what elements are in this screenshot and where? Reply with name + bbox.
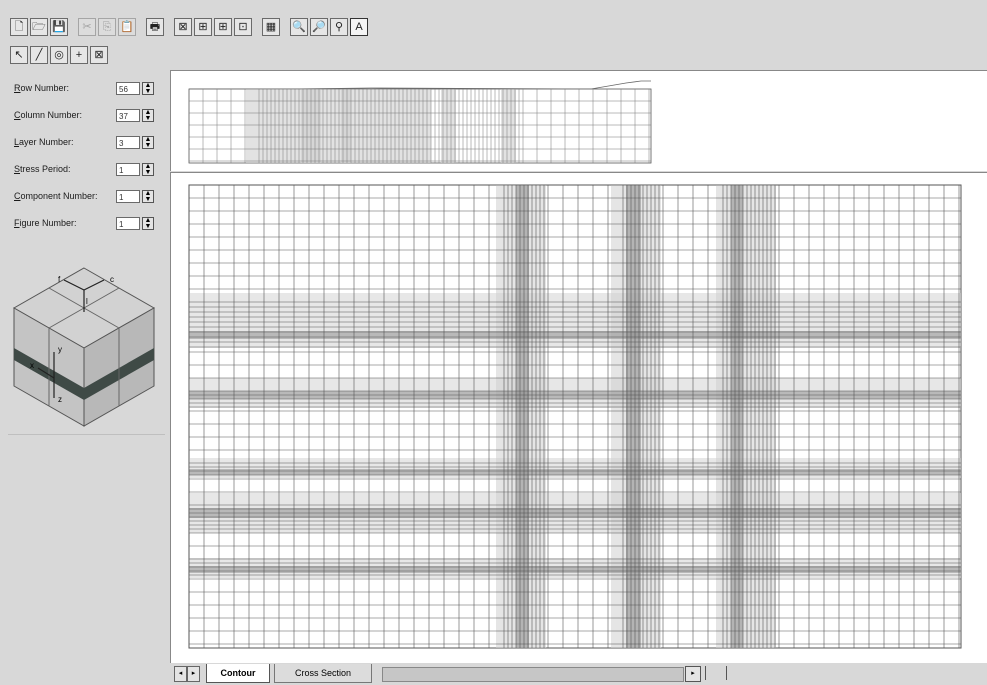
annotate-icon[interactable]: A	[350, 18, 368, 36]
row-number-label: Row Number:	[14, 83, 70, 93]
layer-number-label: Layer Number:	[14, 137, 74, 147]
contour-grid-canvas[interactable]	[171, 173, 987, 662]
open-file-icon[interactable]: 🗁	[30, 18, 48, 36]
view-rows-icon[interactable]: ⊞	[194, 18, 212, 36]
row-number-input[interactable]: 56	[116, 81, 140, 95]
column-number-spinner[interactable]: ▲ ▼	[142, 108, 154, 122]
cube-axis-label-c: c	[110, 275, 114, 284]
view-layer-icon[interactable]: ⊡	[234, 18, 252, 36]
new-file-icon[interactable]: 🗋	[10, 18, 28, 36]
figure-number-label: Figure Number:	[14, 218, 77, 228]
contour-grid-view[interactable]	[170, 172, 987, 663]
component-number-input[interactable]: 1	[116, 189, 140, 203]
stress-period-spinner[interactable]: ▲ ▼	[142, 162, 154, 176]
color-fill-icon[interactable]: ▦	[262, 18, 280, 36]
row-number-field: Row Number: 56 ▲ ▼	[14, 80, 154, 96]
column-number-field: Column Number: 37 ▲ ▼	[14, 107, 154, 123]
figure-number-input[interactable]: 1	[116, 216, 140, 230]
cube-axis-label-l: l	[86, 297, 88, 306]
stress-period-label: Stress Period:	[14, 164, 71, 174]
target-icon[interactable]: ◎	[50, 46, 68, 64]
cut-icon[interactable]: ✂	[78, 18, 96, 36]
cube-axis-label-z: z	[58, 395, 62, 404]
select-arrow-icon[interactable]: ↖	[10, 46, 28, 64]
panel-divider	[8, 434, 165, 435]
tab-scroll-right-button[interactable]: ▸	[187, 666, 200, 682]
cross-section-preview[interactable]	[170, 70, 987, 171]
print-icon[interactable]: 🖶	[146, 18, 164, 36]
scroll-right-button[interactable]: ▸	[685, 666, 701, 682]
refined-row-band	[189, 293, 961, 348]
section-band	[341, 89, 351, 163]
tool-toolbar: ↖ ╱ ◎ + ⊠	[0, 42, 108, 68]
component-number-label: Component Number:	[14, 191, 98, 201]
layer-number-spinner[interactable]: ▲ ▼	[142, 135, 154, 149]
view-columns-icon[interactable]: ⊞	[214, 18, 232, 36]
cube-axis-label-x: x	[30, 361, 34, 370]
save-icon[interactable]: 💾	[50, 18, 68, 36]
main-toolbar: 🗋 🗁 💾 ✂ ⎘ 📋 🖶 ⊠ ⊞ ⊞ ⊡ ▦ 🔍 🔎 ⚲ A	[0, 14, 368, 40]
row-number-spinner[interactable]: ▲ ▼	[142, 81, 154, 95]
layer-number-field: Layer Number: 3 ▲ ▼	[14, 134, 154, 150]
delete-cell-icon[interactable]: ⊠	[90, 46, 108, 64]
figure-number-spinner[interactable]: ▲ ▼	[142, 216, 154, 230]
cross-section-preview-canvas[interactable]	[171, 71, 987, 170]
stress-period-field: Stress Period: 1 ▲ ▼	[14, 161, 154, 177]
zoom-out-icon[interactable]: 🔎	[310, 18, 328, 36]
cube-axis-label-y: y	[58, 345, 62, 354]
paste-icon[interactable]: 📋	[118, 18, 136, 36]
zoom-reset-icon[interactable]: ⚲	[330, 18, 348, 36]
sheet-tab-bar: ◂ ▸ Contour Cross Section ▸	[170, 663, 987, 685]
component-number-spinner[interactable]: ▲ ▼	[142, 189, 154, 203]
tab-scroll-left-button[interactable]: ◂	[174, 666, 187, 682]
column-number-label: Column Number:	[14, 110, 83, 120]
column-number-input[interactable]: 37	[116, 108, 140, 122]
component-number-field: Component Number: 1 ▲ ▼	[14, 188, 154, 204]
copy-icon[interactable]: ⎘	[98, 18, 116, 36]
grid-frame	[188, 184, 962, 649]
profile-line	[189, 80, 651, 90]
dense-row-strip	[189, 469, 961, 475]
draw-line-icon[interactable]: ╱	[30, 46, 48, 64]
grid-orientation-cube[interactable]: f c l y x z	[8, 260, 160, 430]
dense-column-strip	[731, 185, 743, 648]
view-grid-icon[interactable]: ⊠	[174, 18, 192, 36]
split-handle[interactable]	[705, 666, 727, 680]
zoom-in-icon[interactable]: 🔍	[290, 18, 308, 36]
stress-period-input[interactable]: 1	[116, 162, 140, 176]
grid-control-panel: Row Number: 56 ▲ ▼ Column Number: 37 ▲ ▼ L…	[0, 70, 165, 670]
dense-column-strip	[516, 185, 529, 648]
tab-cross-section[interactable]: Cross Section	[274, 664, 372, 683]
tab-contour[interactable]: Contour	[206, 664, 270, 683]
layer-number-input[interactable]: 3	[116, 135, 140, 149]
figure-number-field: Figure Number: 1 ▲ ▼	[14, 215, 154, 231]
crosshair-icon[interactable]: +	[70, 46, 88, 64]
horizontal-scrollbar[interactable]	[382, 667, 684, 682]
